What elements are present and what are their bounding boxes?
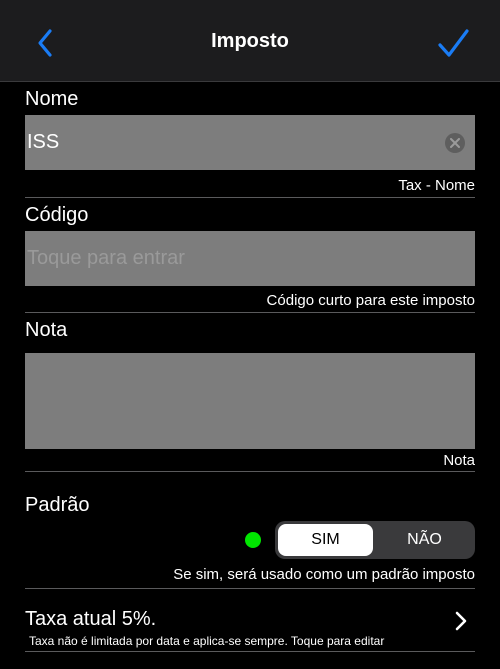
name-label: Nome xyxy=(25,88,79,110)
divider xyxy=(25,471,475,472)
note-label: Nota xyxy=(25,319,68,341)
rate-title: Taxa atual 5%. xyxy=(25,608,157,630)
navigation-bar: Imposto xyxy=(0,0,500,82)
clear-circle-icon xyxy=(450,138,460,148)
note-textarea[interactable] xyxy=(25,353,475,449)
clear-button[interactable] xyxy=(445,133,465,153)
current-rate-row[interactable]: Taxa atual 5%. Taxa não é limitada por d… xyxy=(0,588,500,652)
default-segmented-control[interactable]: SIM NÃO xyxy=(275,521,475,559)
name-input[interactable] xyxy=(25,115,475,170)
rate-subtitle: Taxa não é limitada por data e aplica-se… xyxy=(29,634,385,648)
code-label: Código xyxy=(25,204,89,226)
divider xyxy=(25,312,475,313)
divider xyxy=(25,197,475,198)
name-hint: Tax - Nome xyxy=(398,177,475,194)
default-hint: Se sim, será usado como um padrão impost… xyxy=(173,566,475,583)
segment-sim[interactable]: SIM xyxy=(278,524,373,556)
page-title: Imposto xyxy=(211,30,289,52)
note-hint: Nota xyxy=(443,452,475,469)
code-hint: Código curto para este imposto xyxy=(266,292,475,309)
status-indicator xyxy=(245,532,261,548)
checkmark-icon xyxy=(438,29,469,57)
done-button[interactable] xyxy=(436,28,470,60)
segment-nao[interactable]: NÃO xyxy=(377,524,472,556)
divider xyxy=(25,651,475,652)
default-label: Padrão xyxy=(25,494,90,516)
chevron-right-icon xyxy=(455,611,467,631)
code-input[interactable] xyxy=(25,231,475,286)
